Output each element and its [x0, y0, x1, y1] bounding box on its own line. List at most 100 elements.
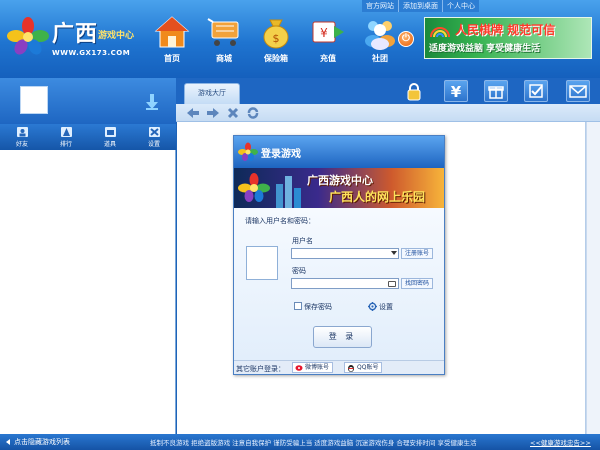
- app-logo[interactable]: 广西 游戏中心 WWW.GX173.COM: [6, 6, 146, 64]
- nav-safe[interactable]: $ 保险箱: [254, 14, 298, 70]
- settings-icon: [148, 127, 160, 137]
- mail-button[interactable]: [566, 80, 590, 102]
- banner-line-2: 广西人的网上乐园: [329, 190, 426, 204]
- props-icon: [104, 127, 116, 137]
- top-link-user-center[interactable]: 个人中心: [442, 0, 479, 12]
- gift-icon: [488, 86, 504, 99]
- collapse-left-icon[interactable]: [4, 438, 12, 446]
- mail-icon: [569, 85, 587, 98]
- weibo-icon: [295, 365, 303, 371]
- recover-password-link[interactable]: 找回密码: [401, 278, 433, 289]
- power-icon: ⏻: [402, 33, 410, 44]
- password-input[interactable]: [294, 279, 396, 288]
- game-list[interactable]: [0, 150, 176, 434]
- gift-button[interactable]: [484, 80, 508, 102]
- flower-logo-icon: [238, 173, 270, 202]
- qq-penguin-icon: [348, 365, 354, 372]
- yen-icon: ¥: [451, 83, 462, 99]
- banner-line-1: 广西游戏中心: [307, 174, 373, 187]
- qq-login-button[interactable]: QQ账号: [344, 362, 383, 373]
- register-link[interactable]: 注册账号: [401, 248, 433, 259]
- svg-text:¥: ¥: [320, 26, 328, 40]
- status-bar: 点击隐藏游戏列表 抵制不良游戏 拒绝盗版游戏 注意自我保护 谨防受骗上当 适度游…: [0, 434, 600, 450]
- top-link-official-site[interactable]: 官方网站: [362, 0, 398, 12]
- logo-title: 广西: [52, 22, 99, 47]
- money-bag-icon: $: [263, 19, 289, 49]
- flower-logo-icon: [238, 142, 258, 161]
- username-input[interactable]: [294, 249, 396, 258]
- nav-recharge[interactable]: ¥ 充值: [306, 14, 350, 70]
- login-form: 请输入用户名和密码： 用户名 注册账号 密码 找回密码 保存密码 设置 登 录: [234, 208, 444, 360]
- refresh-icon[interactable]: [246, 106, 260, 120]
- browser-toolbar: [176, 104, 600, 122]
- tab-game-lobby[interactable]: 游戏大厅: [184, 83, 240, 104]
- keyboard-icon[interactable]: [388, 281, 396, 287]
- back-arrow-icon[interactable]: [186, 106, 200, 120]
- nav-home[interactable]: 首页: [150, 14, 194, 70]
- remember-password-checkbox[interactable]: [294, 302, 302, 310]
- ranking-label: 排行: [59, 141, 72, 148]
- weibo-login-label: 微博账号: [305, 364, 330, 371]
- user-box: [0, 78, 176, 124]
- login-banner: 广西游戏中心 广西人的网上乐园: [234, 168, 444, 208]
- weibo-login-button[interactable]: 微博账号: [292, 362, 334, 373]
- login-settings-link[interactable]: 设置: [379, 302, 393, 312]
- settings-label: 设置: [147, 141, 160, 148]
- community-icon: [365, 21, 395, 50]
- other-login-bar: 其它账户登录： 微博账号 QQ账号: [234, 360, 444, 374]
- health-notice: 抵制不良游戏 拒绝盗版游戏 注意自我保护 谨防受骗上当 适度游戏益脑 沉迷游戏伤…: [150, 439, 477, 447]
- checkbox-icon: [529, 84, 543, 98]
- health-advice-link[interactable]: <<健康游戏忠告>>: [530, 437, 591, 447]
- nav-safe-label: 保险箱: [264, 54, 288, 63]
- rainbow-icon: [430, 27, 450, 38]
- recharge-tool-button[interactable]: ¥: [444, 80, 468, 102]
- city-skyline-icon: [276, 176, 301, 208]
- logo-subtitle: 游戏中心: [98, 31, 135, 41]
- tab-bar: 游戏大厅 ¥: [176, 78, 600, 104]
- login-dialog-titlebar[interactable]: 登录游戏: [234, 136, 444, 168]
- svg-text:$: $: [273, 32, 280, 45]
- more-button[interactable]: ⏻: [398, 31, 414, 47]
- hide-game-list-link[interactable]: 点击隐藏游戏列表: [14, 437, 70, 447]
- other-login-label: 其它账户登录：: [236, 365, 285, 373]
- sidebar-tool-friends[interactable]: 好友: [0, 124, 44, 150]
- top-link-add-desktop[interactable]: 添加到桌面: [398, 0, 442, 12]
- gear-icon[interactable]: [368, 302, 377, 311]
- checkin-button[interactable]: [524, 80, 548, 102]
- recharge-icon: ¥: [312, 21, 344, 43]
- arrow-down-icon[interactable]: [146, 94, 158, 110]
- sidebar-tool-props[interactable]: 道具: [88, 124, 132, 150]
- nav-shop[interactable]: 商城: [202, 14, 246, 70]
- nav-home-label: 首页: [164, 54, 180, 63]
- nav-community[interactable]: 社团: [358, 14, 402, 70]
- svg-text:¥: ¥: [451, 83, 462, 99]
- ad-banner[interactable]: 人民棋牌 规范可信 适度游戏益脑 享受健康生活: [424, 17, 592, 59]
- login-dialog: 登录游戏 广西游戏中心 广西人的网上乐园 请输入用户名和密码： 用户名 注册账号…: [233, 135, 445, 375]
- sidebar-tools: 好友 排行 道具 设置: [0, 124, 176, 150]
- shopping-cart-icon: [207, 18, 239, 46]
- top-links: 官方网站 添加到桌面 个人中心: [362, 0, 479, 12]
- lock-icon: [407, 83, 421, 101]
- password-field[interactable]: [291, 278, 399, 289]
- avatar[interactable]: [20, 86, 48, 114]
- login-prompt: 请输入用户名和密码：: [245, 217, 315, 225]
- logo-url: WWW.GX173.COM: [52, 49, 131, 57]
- login-avatar: [246, 246, 278, 280]
- sidebar-tool-settings[interactable]: 设置: [132, 124, 176, 150]
- vertical-scrollbar[interactable]: [586, 122, 600, 434]
- header: 广西 游戏中心 WWW.GX173.COM 官方网站 添加到桌面 个人中心 首页: [0, 0, 600, 78]
- stop-icon[interactable]: [226, 106, 240, 120]
- login-dialog-title: 登录游戏: [261, 149, 301, 160]
- nav-community-label: 社团: [372, 54, 388, 63]
- username-combo[interactable]: [291, 248, 399, 259]
- lock-button[interactable]: [402, 80, 426, 102]
- login-button[interactable]: 登 录: [313, 326, 372, 348]
- nav-shop-label: 商城: [216, 54, 232, 63]
- home-icon: [154, 16, 190, 48]
- username-label: 用户名: [292, 237, 313, 245]
- sidebar-tool-ranking[interactable]: 排行: [44, 124, 88, 150]
- friends-label: 好友: [15, 141, 28, 148]
- forward-arrow-icon[interactable]: [206, 106, 220, 120]
- flower-logo-icon: [7, 17, 49, 55]
- chevron-down-icon[interactable]: [391, 251, 397, 255]
